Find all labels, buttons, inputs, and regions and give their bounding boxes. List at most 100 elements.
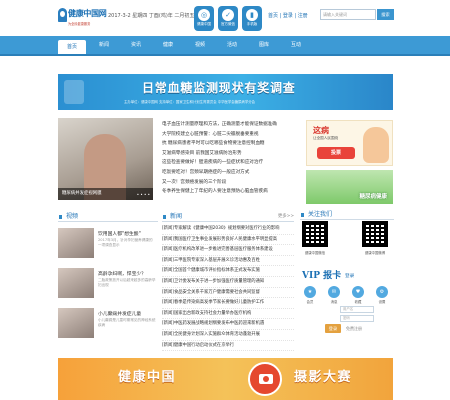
video-description: 二胎政策放开以后越来越多的高龄孕妇出现 (98, 278, 156, 287)
photo-contest-banner[interactable]: 健康中国 摄影大赛 (58, 358, 393, 400)
wechat-icon: ✓ (222, 9, 234, 21)
qr-caption: 健康中国微博 (364, 251, 386, 255)
video-title[interactable]: 饮用国人都"想生酸" (98, 230, 141, 237)
headline-link[interactable]: 又一次！宫颈癌发展的三个阶段 (162, 178, 304, 188)
nav-item-events[interactable]: 活动 (218, 36, 246, 54)
video-thumbnail[interactable] (58, 308, 94, 338)
user-links[interactable]: 首页 | 登录 | 注册 (268, 12, 308, 19)
nav-item-health[interactable]: 健康 (154, 36, 182, 54)
more-link[interactable]: 更多>> (278, 212, 294, 222)
camera-badge (248, 362, 282, 396)
app-link-wechat[interactable]: ✓ 官方微信 (218, 6, 238, 31)
survey-banner[interactable]: 日常血糖监测现状有奖调查 主办单位：健康中国网 支持单位：国家卫生和计划生育委员… (58, 74, 393, 110)
vote-button[interactable]: 投票 (317, 147, 355, 159)
survey-ad[interactable]: 这病 让全国人民围绕 投票 (306, 120, 393, 166)
vip-icon-caption: 会员 (306, 300, 314, 304)
qr-caption: 健康中国微信 (304, 251, 326, 255)
password-field[interactable]: 密码 (340, 315, 374, 322)
favorite-icon[interactable]: ♥ (352, 286, 364, 298)
glucose-meter-icon (64, 80, 84, 104)
site-header: 健康中国网 为全民健康服务 2017-3-2 星期四 丁酉(鸡)年 二月初五 ◎… (0, 0, 450, 36)
news-link[interactable]: [新闻]食品安全关系千家万户健康需要社会共同监督 (162, 288, 294, 299)
search-input[interactable]: 请输入关键词 (320, 9, 376, 20)
app-link-health-china[interactable]: ◎ 健康中国 (194, 6, 214, 31)
headline-list: 电子血压计测量原理和方法，正确测量才能保证数据准确 大学院校建立心脏预警：心脏二… (162, 120, 304, 197)
main-nav: 首页 新闻 资讯 健康 视频 活动 图库 互动 (0, 36, 450, 56)
news-link[interactable]: [新闻]三甲医院专家深入基层开展义诊活动惠及百姓 (162, 256, 294, 267)
headline-link[interactable]: 冬季养生保健上了年纪的人要注意预防心脑血管疾病 (162, 187, 304, 197)
news-link[interactable]: [新闻]我国医疗卫生事业发展形势良好人民健康水平明显提高 (162, 235, 294, 246)
nav-item-news[interactable]: 新闻 (90, 36, 118, 54)
vip-icon-caption: 消息 (330, 300, 338, 304)
headline-link[interactable]: 抗 糖尿病患者平时可以吃哪些食物要注意控制血糖 (162, 139, 304, 149)
news-link[interactable]: [新闻]专家解读《健康中国2030》规划纲要对医疗行业的影响 (162, 224, 294, 235)
news-list: [新闻]专家解读《健康中国2030》规划纲要对医疗行业的影响 [新闻]我国医疗卫… (162, 224, 294, 352)
headline-link[interactable]: 吃饭要吃对！宫颈早期癌症的一般应对方式 (162, 168, 304, 178)
nav-item-video[interactable]: 视频 (186, 36, 214, 54)
register-link[interactable]: 免费注册 (346, 326, 362, 332)
nav-item-home[interactable]: 首页 (58, 40, 86, 54)
headline-photo[interactable]: 糖尿病并发症视网膜 • • • • (58, 118, 153, 200)
headline-link[interactable]: 这些检查要做好！胆道疾病的一些症状和应对治疗 (162, 158, 304, 168)
app-caption: 官方微信 (221, 22, 235, 26)
vip-icon-caption: 收藏 (354, 300, 362, 304)
nav-item-gallery[interactable]: 图库 (250, 36, 278, 54)
username-field[interactable]: 用户名 (340, 306, 374, 313)
ad-headline: 这病 (313, 126, 329, 135)
logo-text: 健康中国网 (68, 8, 107, 18)
video-description: 2017年3月，针对孕妇营养健康的一项调查显示 (98, 238, 153, 247)
vip-icon-row: ★ 会员 ✉ 消息 ♥ 收藏 ⚙ 设置 (300, 286, 394, 304)
news-link[interactable]: [新闻]国家出台新政支持社会力量举办医疗机构 (162, 309, 294, 320)
wechat-qr-code (302, 221, 328, 247)
news-link[interactable]: [新闻]春季是传染病高发季节家长要做好儿童防护工作 (162, 298, 294, 309)
slide-indicator[interactable]: • • • • (137, 192, 150, 197)
news-link[interactable]: [新闻]中医药发展战略规划纲要发布中医药迎来新机遇 (162, 319, 294, 330)
qr-codes: 健康中国微信 健康中国微博 (300, 221, 394, 265)
video-thumbnail[interactable] (58, 268, 94, 298)
camera-icon (259, 374, 273, 384)
nav-item-interact[interactable]: 互动 (282, 36, 310, 54)
section-title[interactable]: 新闻 (162, 212, 294, 222)
headline-link[interactable]: 艾滋病零感染目 前我国艾滋病防治形势 (162, 149, 304, 159)
login-button[interactable]: 登录 (325, 324, 341, 333)
video-title[interactable]: 高龄孕妇啊，悍宝少？ (98, 270, 146, 277)
news-link[interactable]: [新闻]全国首个健康城市评价指标体系正式发布实施 (162, 266, 294, 277)
banner-left-text: 健康中国 (118, 370, 177, 385)
follow-section-header: 关注我们 (300, 210, 394, 220)
section-title[interactable]: 视频 (58, 212, 158, 222)
video-item[interactable]: 小儿癫痫并发症儿童 小儿癫痫是儿童时期常见的神经系统疾病 (58, 308, 158, 344)
headline-link[interactable]: 大学院校建立心脏预警：心脏二尖瓣脱垂要重视 (162, 130, 304, 140)
nav-item-info[interactable]: 资讯 (122, 36, 150, 54)
video-description: 小儿癫痫是儿童时期常见的神经系统疾病 (98, 318, 156, 327)
member-icon[interactable]: ★ (304, 286, 316, 298)
app-caption: 手机版 (246, 22, 258, 26)
news-section-header: 新闻 更多>> (162, 212, 294, 222)
message-icon[interactable]: ✉ (328, 286, 340, 298)
weibo-qr-code (362, 221, 388, 247)
vip-title: VIP 报卡 (302, 271, 342, 281)
ad-text: 让全国人民围绕 (313, 136, 339, 140)
video-item[interactable]: 饮用国人都"想生酸" 2017年3月，针对孕妇营养健康的一项调查显示 (58, 228, 158, 264)
health-china-icon: ◎ (198, 9, 210, 21)
banner-subtitle: 主办单位：健康中国网 支持单位：国家卫生和计划生育委员会 中华医学会糖尿病学分会 (124, 100, 255, 104)
site-logo[interactable]: 健康中国网 为全民健康服务 (58, 8, 107, 32)
headline-link[interactable]: 电子血压计测量原理和方法，正确测量才能保证数据准确 (162, 120, 304, 130)
banner-title: 日常血糖监测现状有奖调查 (142, 81, 296, 95)
date-display: 2017-3-2 星期四 丁酉(鸡)年 二月初五 (108, 13, 195, 19)
diabetes-ad[interactable]: 糖尿病健康 (306, 170, 393, 204)
news-link[interactable]: [新闻]医疗机构改革进一步推进完善基层医疗服务体系建设 (162, 245, 294, 256)
search-button[interactable]: 搜索 (377, 9, 394, 20)
news-link[interactable]: [新闻]全民健身计划深入实施群众体育活动蓬勃开展 (162, 330, 294, 341)
settings-icon[interactable]: ⚙ (376, 286, 388, 298)
app-link-mobile[interactable]: ▮ 手机版 (242, 6, 262, 31)
vip-login-label[interactable]: 登录 (345, 273, 354, 279)
ad-text: 糖尿病健康 (359, 194, 387, 200)
news-link[interactable]: [新闻]健康中国行动启动仪式在京举行 (162, 341, 294, 352)
banner-right-text: 摄影大赛 (294, 370, 353, 385)
video-section-header: 视频 (58, 212, 158, 222)
video-thumbnail[interactable] (58, 228, 94, 258)
news-link[interactable]: [新闻]卫计委发布关于进一步加强医疗质量管理的通知 (162, 277, 294, 288)
vip-icon-caption: 设置 (378, 300, 386, 304)
video-title[interactable]: 小儿癫痫并发症儿童 (98, 310, 141, 317)
video-item[interactable]: 高龄孕妇啊，悍宝少？ 二胎政策放开以后越来越多的高龄孕妇出现 (58, 268, 158, 304)
